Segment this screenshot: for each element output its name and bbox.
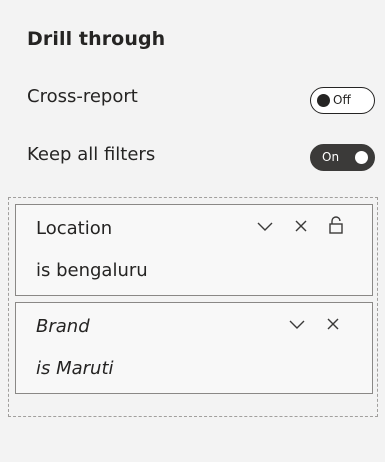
keep-all-filters-label: Keep all filters bbox=[27, 144, 156, 165]
drill-through-panel: Drill through Cross-report Off Keep all … bbox=[0, 0, 385, 462]
lock-icon[interactable] bbox=[327, 215, 345, 234]
filter-field-name: Brand bbox=[36, 316, 90, 337]
toggle-state-text: On bbox=[322, 150, 340, 164]
filter-card-location[interactable]: Location is bengaluru bbox=[15, 204, 373, 296]
toggle-state-text: Off bbox=[333, 93, 351, 107]
close-icon[interactable] bbox=[324, 315, 342, 333]
filter-card-brand[interactable]: Brand is Maruti bbox=[15, 302, 373, 394]
section-title: Drill through bbox=[27, 28, 166, 50]
keep-all-filters-toggle[interactable]: On bbox=[310, 144, 375, 171]
toggle-knob bbox=[355, 151, 368, 164]
toggle-knob bbox=[317, 94, 330, 107]
filter-value: is bengaluru bbox=[36, 260, 148, 281]
close-icon[interactable] bbox=[292, 217, 310, 235]
chevron-down-icon[interactable] bbox=[256, 217, 274, 235]
filter-field-name: Location bbox=[36, 218, 113, 239]
cross-report-label: Cross-report bbox=[27, 86, 138, 107]
cross-report-toggle[interactable]: Off bbox=[310, 87, 375, 114]
chevron-down-icon[interactable] bbox=[288, 315, 306, 333]
filter-value: is Maruti bbox=[36, 358, 114, 379]
